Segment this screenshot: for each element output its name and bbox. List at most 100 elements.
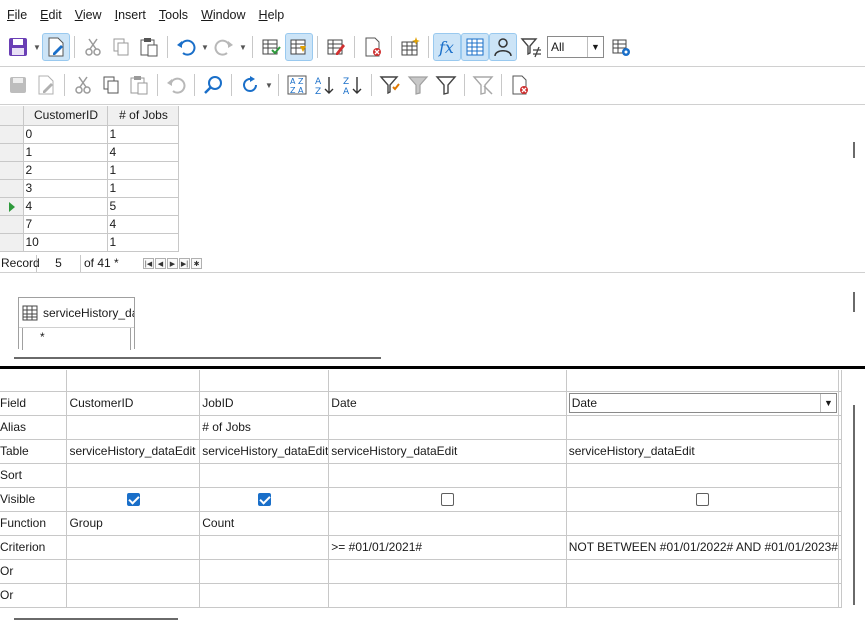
refresh-dropdown-button[interactable]: ▼: [264, 71, 274, 99]
design-grid-horizontal-scrollbar[interactable]: [14, 618, 178, 620]
criterion-cell[interactable]: [838, 535, 842, 560]
table-row[interactable]: 10 1: [0, 233, 179, 252]
row-header[interactable]: [0, 215, 24, 234]
copy-button[interactable]: [107, 33, 135, 61]
table-row[interactable]: 7 4: [0, 215, 179, 234]
find-record-button[interactable]: [199, 71, 227, 99]
alias-cell[interactable]: # of Jobs: [199, 415, 330, 440]
cell-num-jobs[interactable]: 4: [107, 143, 179, 162]
reset-filter-button[interactable]: [469, 71, 497, 99]
delete-button[interactable]: [359, 33, 387, 61]
menu-insert[interactable]: Insert: [110, 0, 154, 30]
table-cell[interactable]: [838, 439, 842, 464]
sort-button[interactable]: A ZZ A: [283, 71, 311, 99]
standard-filter-button[interactable]: [432, 71, 460, 99]
autofilter-button[interactable]: [376, 71, 404, 99]
alias-button[interactable]: [489, 33, 517, 61]
save-dropdown-button[interactable]: ▼: [32, 33, 42, 61]
menu-file[interactable]: File: [2, 0, 35, 30]
table-window[interactable]: serviceHistory_dataEdit *: [18, 297, 135, 350]
or-cell[interactable]: [328, 583, 567, 608]
menu-window[interactable]: Window: [196, 0, 253, 30]
cell-num-jobs[interactable]: 4: [107, 215, 179, 234]
sort-ascending-button[interactable]: AZ: [311, 71, 339, 99]
or-cell[interactable]: [66, 583, 201, 608]
field-cell[interactable]: [838, 391, 842, 416]
or-cell[interactable]: [199, 559, 330, 584]
function-cell[interactable]: [328, 511, 567, 536]
alias-cell[interactable]: [566, 415, 839, 440]
last-record-button[interactable]: ▶|: [179, 258, 190, 269]
design-column-header[interactable]: [838, 370, 842, 392]
design-grid-vertical-scrollbar[interactable]: [853, 405, 855, 605]
query-design-grid[interactable]: Field CustomerID JobID Date Date ▼ Alias…: [0, 370, 842, 610]
or-cell[interactable]: [66, 559, 201, 584]
design-column-header[interactable]: [66, 370, 201, 392]
edit-data-button[interactable]: [32, 71, 60, 99]
table-cell[interactable]: serviceHistory_dataEdit: [328, 439, 567, 464]
limit-select[interactable]: All ▼: [547, 36, 604, 58]
or-cell[interactable]: [566, 583, 839, 608]
sort-cell[interactable]: [66, 463, 201, 488]
or-cell[interactable]: [838, 583, 842, 608]
save-button[interactable]: [4, 33, 32, 61]
table-cell[interactable]: serviceHistory_dataEdit: [66, 439, 201, 464]
row-header[interactable]: [0, 179, 24, 198]
undo-button[interactable]: [172, 33, 200, 61]
table-row[interactable]: 1 4: [0, 143, 179, 162]
menu-tools[interactable]: Tools: [154, 0, 196, 30]
menu-help[interactable]: Help: [254, 0, 293, 30]
function-cell[interactable]: Group: [66, 511, 201, 536]
cut-button[interactable]: [69, 71, 97, 99]
visible-checkbox[interactable]: [257, 493, 271, 507]
row-header[interactable]: [0, 161, 24, 180]
or-cell[interactable]: [838, 559, 842, 584]
field-cell[interactable]: Date: [328, 391, 567, 416]
table-row[interactable]: 0 1: [0, 125, 179, 144]
table-field-all[interactable]: *: [22, 328, 131, 350]
chevron-down-icon[interactable]: ▼: [819, 394, 836, 412]
new-record-button[interactable]: ✱: [191, 258, 202, 269]
table-cell[interactable]: serviceHistory_dataEdit: [199, 439, 330, 464]
cell-num-jobs[interactable]: 1: [107, 179, 179, 198]
visible-checkbox[interactable]: [695, 493, 709, 507]
table-row-current[interactable]: 4 5: [0, 197, 179, 216]
design-column-header[interactable]: [566, 370, 839, 392]
previous-record-button[interactable]: ◀: [155, 258, 166, 269]
menu-view[interactable]: View: [70, 0, 110, 30]
criterion-cell[interactable]: [199, 535, 330, 560]
cell-num-jobs[interactable]: 5: [107, 197, 179, 216]
redo-dropdown-button[interactable]: ▼: [238, 33, 248, 61]
alias-cell[interactable]: [66, 415, 201, 440]
table-window-header[interactable]: serviceHistory_dataEdit: [19, 298, 134, 328]
field-cell-active[interactable]: Date ▼: [566, 391, 839, 416]
save-record-button[interactable]: [4, 71, 32, 99]
clear-query-button[interactable]: [322, 33, 350, 61]
criterion-cell[interactable]: >= #01/01/2021#: [328, 535, 567, 560]
or-cell[interactable]: [566, 559, 839, 584]
cell-num-jobs[interactable]: 1: [107, 125, 179, 144]
edit-mode-button[interactable]: [42, 33, 70, 61]
column-header-num-jobs[interactable]: # of Jobs: [107, 106, 179, 126]
field-cell[interactable]: JobID: [199, 391, 330, 416]
table-cell[interactable]: serviceHistory_dataEdit: [566, 439, 839, 464]
table-pane-horizontal-scrollbar[interactable]: [14, 357, 381, 359]
row-header[interactable]: [0, 125, 24, 144]
functions-button[interactable]: fx: [433, 33, 461, 61]
row-header-current[interactable]: [0, 197, 24, 216]
table-pane-vertical-scrollbar[interactable]: [853, 292, 855, 312]
cell-customerid[interactable]: 1: [23, 143, 108, 162]
sort-cell[interactable]: [566, 463, 839, 488]
cell-customerid[interactable]: 2: [23, 161, 108, 180]
alias-cell[interactable]: [838, 415, 842, 440]
alias-cell[interactable]: [328, 415, 567, 440]
row-header[interactable]: [0, 143, 24, 162]
cell-customerid[interactable]: 0: [23, 125, 108, 144]
cut-button[interactable]: [79, 33, 107, 61]
delete-record-button[interactable]: [506, 71, 534, 99]
paste-button[interactable]: [135, 33, 163, 61]
table-row[interactable]: 3 1: [0, 179, 179, 198]
row-header[interactable]: [0, 233, 24, 252]
pane-splitter[interactable]: [0, 366, 865, 369]
field-select[interactable]: Date ▼: [568, 393, 837, 413]
